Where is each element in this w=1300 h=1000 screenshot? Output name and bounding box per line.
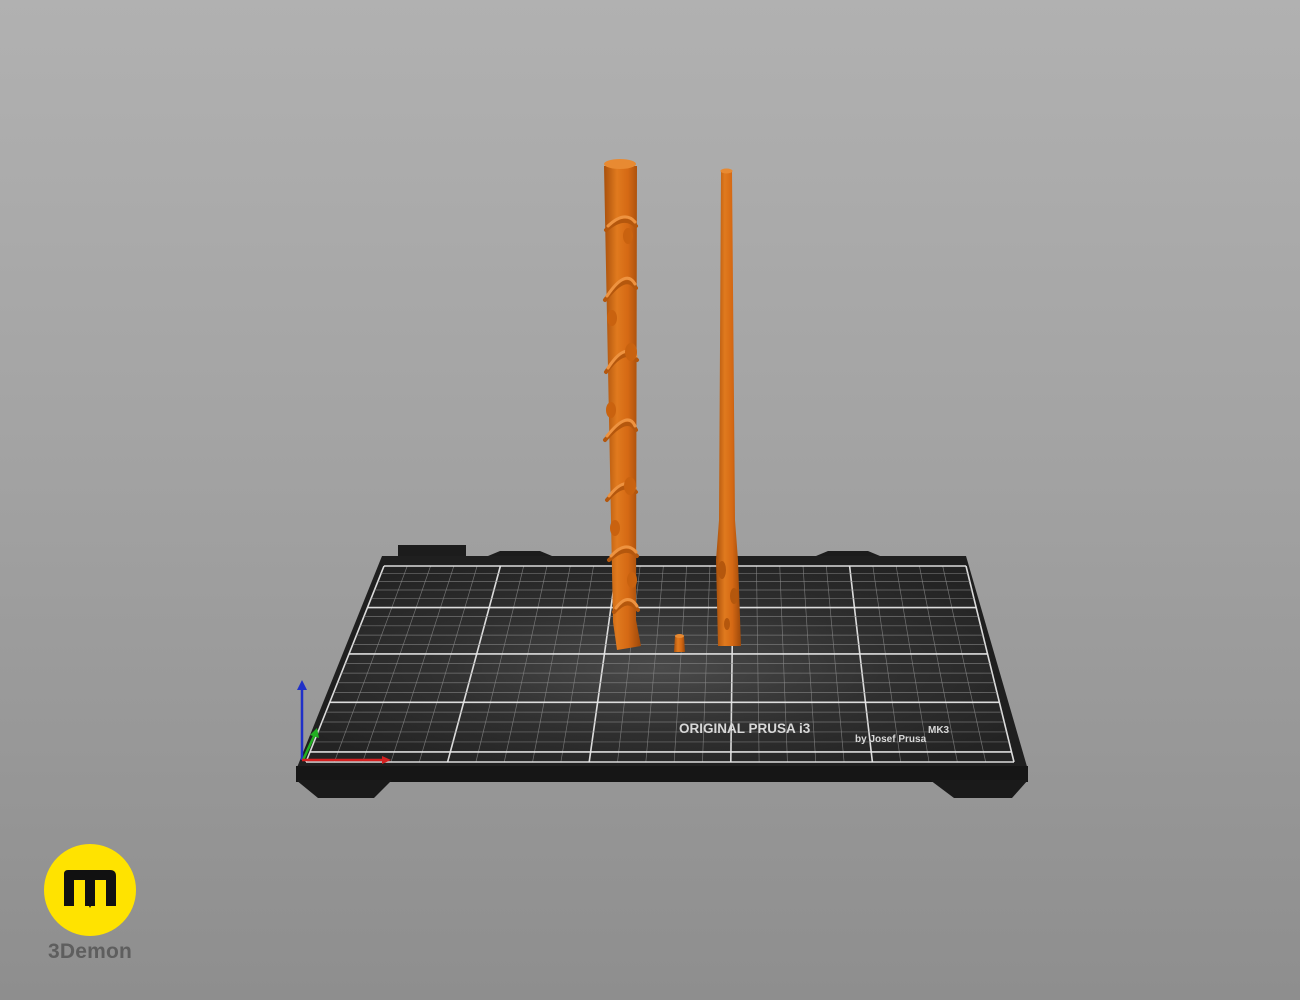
m-logo-icon bbox=[44, 844, 136, 936]
bed-surface bbox=[306, 566, 1014, 762]
tapered-wand-top bbox=[720, 168, 733, 174]
brand-watermark: 3Demon bbox=[40, 842, 140, 972]
z-axis-arrow-icon bbox=[297, 680, 307, 690]
bed-model-label: ORIGINAL PRUSA i3 bbox=[679, 721, 811, 736]
bed-maker-label: by Josef Prusa bbox=[855, 734, 927, 745]
brand-name: 3Demon bbox=[47, 940, 133, 963]
tapered-wand-object[interactable] bbox=[716, 168, 741, 647]
bed-model-suffix: MK3 bbox=[928, 725, 950, 736]
3d-viewport[interactable]: ORIGINAL PRUSA i3 MK3 by Josef Prusa bbox=[0, 0, 1300, 1000]
small-wand-piece-object[interactable] bbox=[674, 634, 685, 652]
vine-wand-top bbox=[604, 159, 636, 169]
